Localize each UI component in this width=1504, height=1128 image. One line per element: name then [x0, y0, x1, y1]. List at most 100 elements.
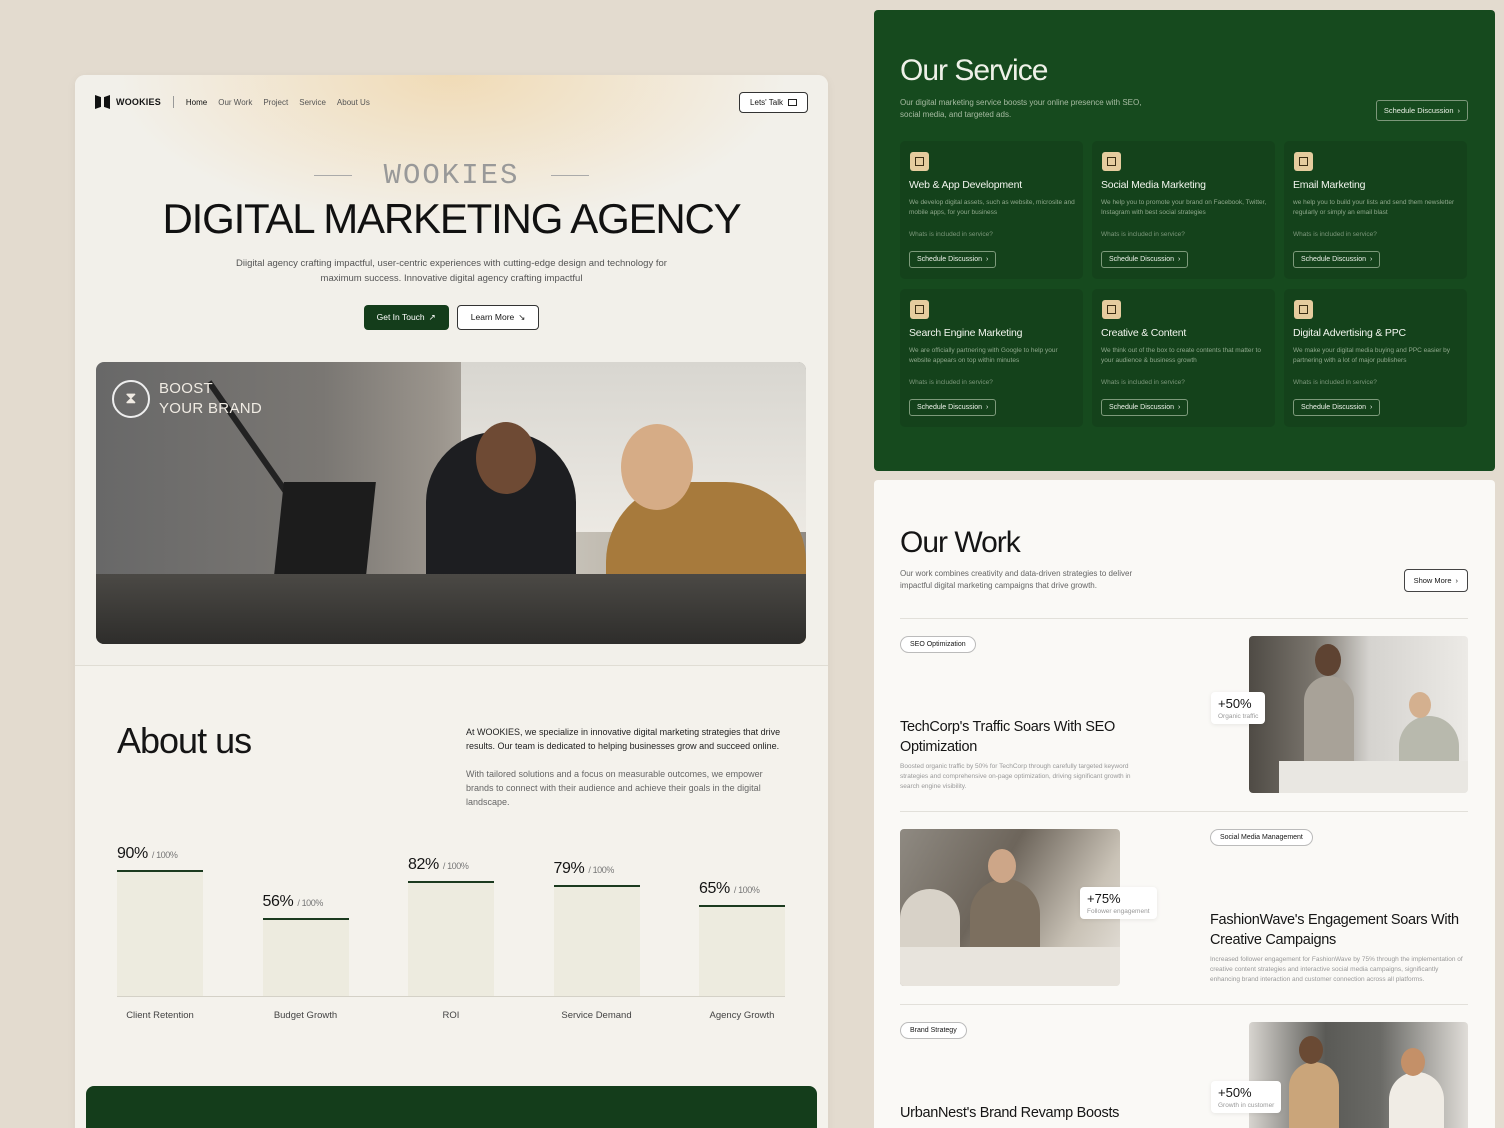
learn-more-button[interactable]: Learn More ↘ [456, 305, 540, 330]
nav-divider [172, 96, 174, 108]
schedule-discussion-button[interactable]: Schedule Discussion › [909, 399, 997, 416]
boost-line-1: BOOST [159, 380, 214, 397]
chevron-right-icon: › [1369, 404, 1373, 411]
work-divider [900, 618, 1468, 619]
copy-icon [1294, 300, 1313, 319]
case-title[interactable]: TechCorp's Traffic Soars With SEO Optimi… [900, 717, 1140, 757]
chevron-right-icon: › [1369, 256, 1373, 263]
work-title: Our Work [900, 526, 1021, 559]
copy-icon [910, 152, 929, 171]
service-card-question: Whats is included in service? [909, 231, 993, 238]
person-head [1401, 1048, 1425, 1076]
get-in-touch-button[interactable]: Get In Touch ↗ [363, 305, 449, 330]
chart-max-label: / 100% [297, 897, 323, 908]
service-card-desc: we help you to build your lists and send… [1293, 199, 1455, 216]
learn-more-label: Learn More [470, 312, 515, 322]
service-card-title: Creative & Content [1101, 327, 1187, 339]
chart-category-label: Agency Growth [709, 1010, 775, 1021]
person-left-head [476, 422, 536, 494]
chevron-right-icon: › [1177, 404, 1181, 411]
stat-label: Follower engagement [1087, 908, 1150, 915]
schedule-discussion-button[interactable]: Schedule Discussion › [1101, 399, 1189, 416]
stats-bar-chart: 90% / 100% Client Retention 56% / 100% Budg… [117, 835, 785, 1040]
chart-bar [262, 917, 349, 996]
stat-value: +75% [1087, 891, 1121, 906]
chart-max-label: / 100% [733, 885, 760, 895]
nav-link-service[interactable]: Service [299, 98, 326, 107]
chart-bar [699, 905, 785, 996]
schedule-discussion-label: Schedule Discussion [1109, 256, 1174, 263]
mail-icon [788, 98, 797, 106]
schedule-discussion-button[interactable]: Schedule Discussion › [1375, 100, 1468, 121]
stat-value: +50% [1218, 1085, 1252, 1100]
chart-value-label: 82% / 100% [408, 856, 469, 874]
logo[interactable]: WOOKIES [95, 95, 161, 109]
service-card-question: Whats is included in service? [1101, 379, 1185, 386]
stat-label: Organic traffic [1218, 713, 1259, 720]
get-in-touch-label: Get In Touch [376, 312, 425, 322]
work-panel: Our Work Our work combines creativity an… [874, 480, 1495, 1128]
case-title[interactable]: UrbanNest's Brand Revamp Boosts [900, 1103, 1200, 1123]
service-card[interactable]: Web & App Development We develop digital … [900, 141, 1083, 279]
services-title: Our Service [900, 54, 1048, 87]
schedule-discussion-button[interactable]: Schedule Discussion › [1101, 251, 1189, 268]
service-card-question: Whats is included in service? [1293, 231, 1377, 238]
nav-link-about-us[interactable]: About Us [337, 98, 370, 107]
case-image [1249, 636, 1468, 793]
person-right-head [621, 424, 693, 510]
chevron-right-icon: › [1455, 576, 1459, 585]
schedule-discussion-button[interactable]: Schedule Discussion › [909, 251, 997, 268]
chart-value: 65% [699, 880, 730, 897]
service-card[interactable]: Social Media Marketing We help you to pro… [1092, 141, 1275, 279]
person-figure [1389, 1072, 1444, 1128]
person-head [988, 849, 1016, 883]
person-head [1315, 644, 1341, 676]
service-card[interactable]: Email Marketing we help you to build your… [1284, 141, 1467, 279]
service-card-desc: We make your digital media buying and PP… [1293, 347, 1451, 364]
schedule-discussion-label: Schedule Discussion [1109, 404, 1174, 411]
hero-title: DIGITAL MARKETING AGENCY [162, 195, 742, 242]
service-card-question: Whats is included in service? [909, 379, 993, 386]
section-divider [75, 665, 828, 666]
service-card-title: Social Media Marketing [1101, 179, 1206, 191]
chart-value: 90% [117, 845, 148, 862]
service-card-question: Whats is included in service? [1101, 231, 1185, 238]
chart-category-label: Client Retention [126, 1010, 194, 1021]
schedule-discussion-label: Schedule Discussion [917, 256, 982, 263]
copy-icon [1294, 152, 1313, 171]
table [1279, 761, 1468, 793]
schedule-discussion-button[interactable]: Schedule Discussion › [1293, 251, 1381, 268]
arrow-down-right-icon: ↘ [518, 312, 526, 322]
service-card-desc: We are officially partnering with Google… [909, 347, 1058, 364]
case-title[interactable]: FashionWave's Engagement Soars With Crea… [1210, 910, 1470, 950]
service-card[interactable]: Search Engine Marketing We are officially… [900, 289, 1083, 427]
service-card[interactable]: Creative & Content We think out of the bo… [1092, 289, 1275, 427]
nav-links: Home Our Work Project Service About Us [186, 98, 370, 107]
stat-label: Growth in customer [1218, 1102, 1275, 1109]
copy-icon [1102, 300, 1121, 319]
nav-link-home[interactable]: Home [186, 98, 207, 107]
show-more-button[interactable]: Show More › [1403, 569, 1468, 592]
lets-talk-button[interactable]: Lets' Talk [739, 91, 808, 113]
nav-link-project[interactable]: Project [263, 98, 288, 107]
chart-max-label: / 100% [442, 861, 469, 872]
service-card-desc: We help you to promote your brand on Fac… [1101, 199, 1267, 216]
footer-section [86, 1086, 817, 1128]
nav-link-our-work[interactable]: Our Work [218, 98, 252, 107]
chevron-right-icon: › [1457, 106, 1461, 115]
service-card-title: Search Engine Marketing [909, 327, 1023, 339]
service-card-desc: We develop digital assets, such as websi… [909, 199, 1075, 216]
about-title: About us [117, 720, 252, 761]
case-tag: Social Media Management [1210, 829, 1313, 846]
chart-value-label: 79% / 100% [554, 860, 615, 878]
hero-eyebrow: WOOKIES [75, 159, 828, 192]
agency-landing-panel: WOOKIES Home Our Work Project Service Ab… [75, 75, 828, 1128]
chart-value-label: 90% / 100% [117, 845, 178, 863]
service-card-question: Whats is included in service? [1293, 379, 1377, 386]
wookies-logo-icon [95, 95, 110, 109]
case-stat: +50% Organic traffic [1211, 692, 1266, 724]
case-stat: +50% Growth in customer [1211, 1081, 1282, 1113]
case-image [1249, 1022, 1468, 1128]
service-card[interactable]: Digital Advertising & PPC We make your di… [1284, 289, 1467, 427]
schedule-discussion-button[interactable]: Schedule Discussion › [1293, 399, 1381, 416]
